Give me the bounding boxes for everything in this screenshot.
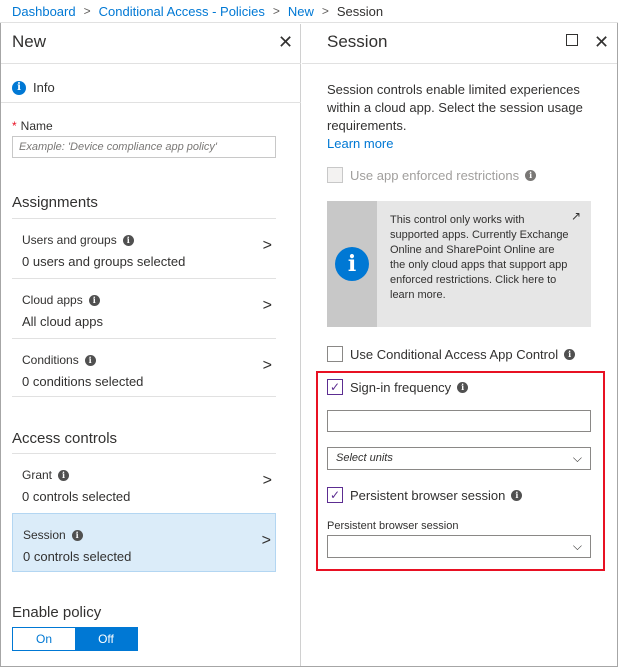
nav-value: 0 controls selected: [23, 549, 132, 564]
maximize-icon[interactable]: [566, 34, 578, 46]
info-icon: i: [12, 80, 26, 95]
divider: [1, 102, 301, 103]
checkbox[interactable]: [327, 167, 343, 183]
assignments-heading: Assignments: [12, 194, 98, 211]
info-icon: i: [71, 529, 83, 541]
toggle-on[interactable]: On: [13, 628, 75, 650]
info-link[interactable]: i Info: [12, 80, 55, 95]
chevron-right-icon: >: [261, 532, 271, 549]
enable-policy-heading: Enable policy: [12, 604, 102, 621]
divider: [302, 63, 617, 64]
info-icon: i: [88, 294, 100, 306]
blade-title: New: [12, 32, 47, 51]
new-policy-blade: New ✕ i Info * Name Example: 'Device comp…: [1, 24, 301, 666]
name-label: * Name: [12, 119, 53, 133]
breadcrumb-dashboard[interactable]: Dashboard: [12, 4, 76, 19]
select-placeholder: Select units: [336, 452, 393, 464]
nav-grant[interactable]: Grant i 0 controls selected >: [12, 453, 276, 512]
external-link-icon[interactable]: ↗: [571, 209, 581, 223]
nav-value: 0 conditions selected: [22, 374, 144, 389]
persistent-select-label: Persistent browser session: [327, 520, 459, 532]
nav-conditions[interactable]: Conditions i 0 conditions selected >: [12, 338, 276, 397]
checkbox-checked[interactable]: ✓: [327, 487, 343, 503]
chevron-right-icon: >: [262, 237, 272, 254]
learn-more-link[interactable]: Learn more: [327, 136, 393, 151]
nav-label: Cloud apps: [22, 293, 83, 307]
info-icon: i: [335, 247, 369, 281]
chevron-down-icon: ⌵: [572, 451, 582, 465]
nav-cloud-apps[interactable]: Cloud apps i All cloud apps >: [12, 278, 276, 337]
nav-value: 0 users and groups selected: [22, 254, 186, 269]
nav-label: Users and groups: [22, 233, 117, 247]
close-icon[interactable]: ✕: [594, 33, 609, 51]
breadcrumb: Dashboard > Conditional Access - Policie…: [0, 0, 618, 23]
info-icon: i: [457, 381, 469, 393]
chevron-right-icon: >: [83, 4, 91, 18]
breadcrumb-new[interactable]: New: [288, 4, 314, 19]
breadcrumb-policies[interactable]: Conditional Access - Policies: [99, 4, 265, 19]
info-icon: i: [564, 348, 576, 360]
breadcrumb-session: Session: [336, 3, 384, 19]
checkbox-label: Use Conditional Access App Control: [350, 346, 559, 362]
session-description: Session controls enable limited experien…: [327, 82, 583, 133]
checkbox[interactable]: [327, 346, 343, 362]
required-asterisk: *: [12, 119, 17, 133]
checkbox-label: Use app enforced restrictions: [350, 167, 520, 183]
sign-in-frequency-input[interactable]: [327, 410, 591, 432]
chevron-right-icon: >: [321, 4, 329, 18]
nav-users-and-groups[interactable]: Users and groups i 0 users and groups sel…: [12, 218, 276, 277]
chevron-right-icon: >: [262, 297, 272, 314]
checkbox-label: Sign-in frequency: [350, 379, 452, 395]
persistent-browser-select[interactable]: ⌵: [327, 535, 591, 558]
access-controls-heading: Access controls: [12, 430, 118, 447]
info-label: Info: [33, 80, 55, 95]
session-blade: Session ✕ Session controls enable limite…: [302, 24, 617, 666]
nav-value: All cloud apps: [22, 314, 103, 329]
checkbox-checked[interactable]: ✓: [327, 379, 343, 395]
chevron-right-icon: >: [262, 357, 272, 374]
nav-label: Conditions: [22, 353, 79, 367]
chevron-down-icon: ⌵: [572, 539, 582, 553]
app-control-checkbox[interactable]: Use Conditional Access App Control i: [327, 346, 576, 362]
info-icon: i: [58, 469, 70, 481]
blade-title: Session: [327, 32, 388, 51]
chevron-right-icon: >: [272, 4, 280, 18]
nav-value: 0 controls selected: [22, 489, 131, 504]
info-box[interactable]: i This control only works with supported…: [327, 201, 591, 327]
divider: [1, 63, 301, 64]
nav-label: Session: [23, 528, 66, 542]
info-icon: i: [525, 169, 537, 181]
info-box-text: This control only works with supported a…: [390, 214, 569, 301]
enable-policy-toggle[interactable]: On Off: [12, 627, 138, 651]
nav-label: Grant: [22, 468, 53, 482]
info-icon: i: [511, 489, 523, 501]
persistent-browser-checkbox[interactable]: ✓ Persistent browser session i: [327, 487, 523, 503]
toggle-off[interactable]: Off: [75, 628, 137, 650]
close-icon[interactable]: ✕: [278, 33, 293, 51]
info-icon: i: [84, 354, 96, 366]
info-icon: i: [122, 234, 134, 246]
checkbox-label: Persistent browser session: [350, 487, 506, 503]
app-enforced-restrictions-checkbox[interactable]: Use app enforced restrictions i: [327, 167, 537, 183]
chevron-right-icon: >: [262, 472, 272, 489]
name-input[interactable]: Example: 'Device compliance app policy': [12, 136, 276, 158]
units-select[interactable]: Select units ⌵: [327, 447, 591, 470]
sign-in-frequency-checkbox[interactable]: ✓ Sign-in frequency i: [327, 379, 469, 395]
nav-session[interactable]: Session i 0 controls selected >: [12, 513, 276, 572]
